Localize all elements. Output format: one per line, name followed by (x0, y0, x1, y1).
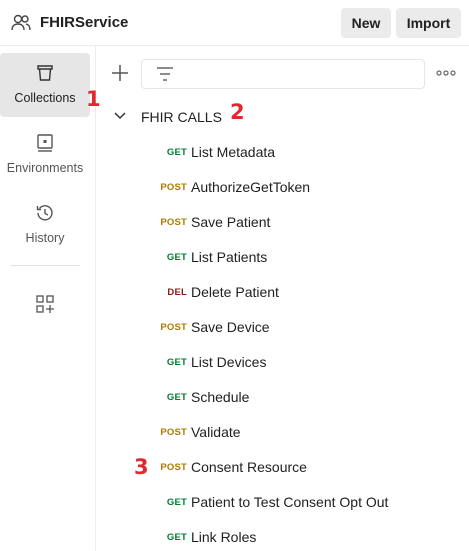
chevron-down-icon[interactable] (114, 112, 126, 120)
sidebar-item-label: History (25, 231, 65, 245)
method-badge: POST (160, 462, 187, 473)
add-apps-icon[interactable] (35, 294, 55, 314)
request-item[interactable]: GET List Devices (150, 348, 450, 376)
request-name: AuthorizeGetToken (191, 179, 311, 195)
request-name: Save Device (191, 319, 270, 335)
annotation-number-1: 1 (86, 87, 101, 111)
sidebar-item-label: Collections (14, 91, 76, 105)
sidebar-item-environments[interactable]: Environments (0, 123, 90, 187)
collection-row[interactable]: FHIR CALLS (106, 103, 436, 131)
request-name: Schedule (191, 389, 250, 405)
request-item[interactable]: GET List Patients (150, 243, 450, 271)
request-name: List Devices (191, 354, 267, 370)
environments-icon (37, 134, 53, 152)
collections-trash-can-icon (37, 65, 53, 81)
filter-icon (157, 67, 173, 81)
method-badge: GET (166, 532, 187, 543)
sidebar-item-collections[interactable]: Collections (0, 53, 90, 117)
method-badge: POST (160, 322, 187, 333)
request-name: Patient to Test Consent Opt Out (191, 494, 389, 510)
collection-name: FHIR CALLS (141, 109, 222, 125)
import-button[interactable]: Import (396, 8, 461, 38)
method-badge: GET (166, 357, 187, 368)
ellipsis-icon[interactable] (436, 70, 456, 76)
plus-icon[interactable] (111, 64, 129, 82)
request-name: Consent Resource (191, 459, 307, 475)
annotation-number-3: 3 (134, 455, 149, 479)
request-name: Save Patient (191, 214, 271, 230)
request-item[interactable]: POST Save Patient (150, 208, 450, 236)
request-item[interactable]: POST Consent Resource (150, 453, 450, 481)
method-badge: GET (166, 252, 187, 263)
request-item[interactable]: GET Link Roles (150, 523, 450, 551)
method-badge: GET (166, 147, 187, 158)
sidebar: Collections Environments History (0, 46, 96, 551)
filter-input[interactable] (141, 59, 425, 89)
sidebar-divider (10, 265, 80, 266)
request-name: Validate (191, 424, 241, 440)
history-icon (36, 205, 53, 221)
request-item[interactable]: GET Patient to Test Consent Opt Out (150, 488, 450, 516)
sidebar-item-label: Environments (6, 161, 84, 175)
request-name: Link Roles (191, 529, 257, 545)
request-item[interactable]: POST Validate (150, 418, 450, 446)
method-badge: POST (160, 217, 187, 228)
request-name: List Metadata (191, 144, 276, 160)
method-badge: GET (166, 392, 187, 403)
request-name: Delete Patient (191, 284, 279, 300)
request-name: List Patients (191, 249, 268, 265)
method-badge: DEL (167, 287, 187, 298)
request-item[interactable]: POST AuthorizeGetToken (150, 173, 450, 201)
workspace-title[interactable]: FHIRService (40, 14, 128, 31)
request-item[interactable]: DEL Delete Patient (150, 278, 450, 306)
request-item[interactable]: GET Schedule (150, 383, 450, 411)
users-icon (11, 14, 31, 31)
method-badge: POST (160, 427, 187, 438)
request-item[interactable]: POST Save Device (150, 313, 450, 341)
method-badge: GET (166, 497, 187, 508)
workspace-header: FHIRService New Import (0, 0, 469, 46)
request-item[interactable]: GET List Metadata (150, 138, 450, 166)
sidebar-item-history[interactable]: History (0, 193, 90, 257)
method-badge: POST (160, 182, 187, 193)
new-button[interactable]: New (341, 8, 391, 38)
